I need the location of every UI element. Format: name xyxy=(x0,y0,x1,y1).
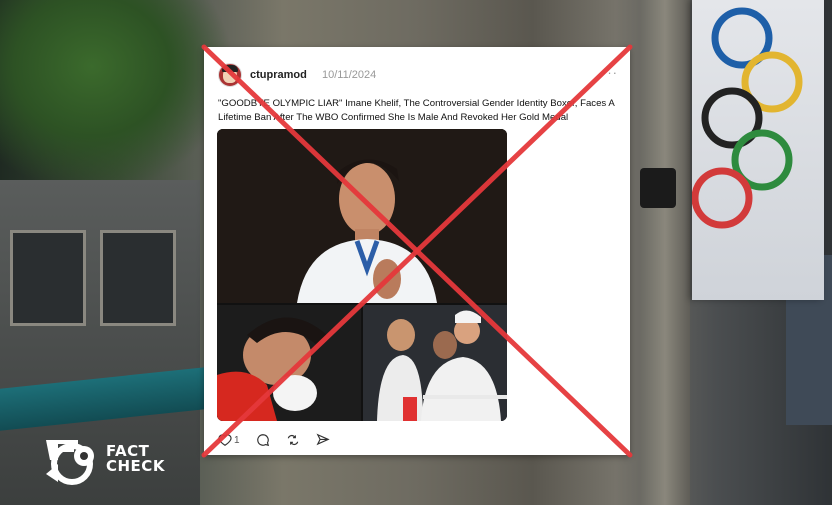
repost-button[interactable] xyxy=(286,433,300,449)
post-text: "GOODBYE OLYMPIC LIAR" Imane Khelif, The… xyxy=(218,98,615,123)
share-button[interactable] xyxy=(316,433,330,449)
brand-wordmark: FACT CHECK xyxy=(106,444,165,474)
comment-icon xyxy=(257,434,270,447)
avatar-hair xyxy=(222,65,238,72)
background-window xyxy=(100,230,176,326)
background-tree xyxy=(0,0,230,190)
more-options-button[interactable]: ··· xyxy=(602,65,618,80)
factcheck-logo: FACT CHECK xyxy=(44,434,165,486)
post-actions-bar: 1 xyxy=(218,433,418,449)
comment-button[interactable] xyxy=(256,433,270,449)
boxer-crying-illustration xyxy=(217,305,361,421)
heart-icon xyxy=(218,434,232,446)
like-count: 1 xyxy=(234,435,240,446)
send-icon xyxy=(316,433,330,446)
olympic-rings-icon xyxy=(692,7,803,229)
post-image-bottom-left[interactable] xyxy=(217,305,361,421)
background-lamp xyxy=(640,168,676,208)
olympic-flag xyxy=(692,0,824,300)
post-image-grid[interactable] xyxy=(217,129,507,421)
post-date: 10/11/2024 xyxy=(322,69,377,81)
post-image-main[interactable] xyxy=(217,129,507,303)
post-image-bottom-right[interactable] xyxy=(363,305,507,421)
brand-mark-icon xyxy=(46,440,94,485)
background-window xyxy=(10,230,86,326)
background-pillar xyxy=(640,0,690,505)
post-username[interactable]: ctupramod xyxy=(250,69,307,81)
avatar[interactable] xyxy=(218,63,242,87)
brand-line-check: CHECK xyxy=(106,457,165,475)
like-button[interactable]: 1 xyxy=(218,433,240,449)
boxer-portrait-illustration xyxy=(217,129,507,303)
social-post-card: ctupramod 10/11/2024 ··· "GOODBYE OLYMPI… xyxy=(204,47,630,455)
repost-icon xyxy=(287,434,299,446)
team-embrace-illustration xyxy=(363,305,507,421)
post-header: ctupramod 10/11/2024 ··· xyxy=(218,63,618,87)
